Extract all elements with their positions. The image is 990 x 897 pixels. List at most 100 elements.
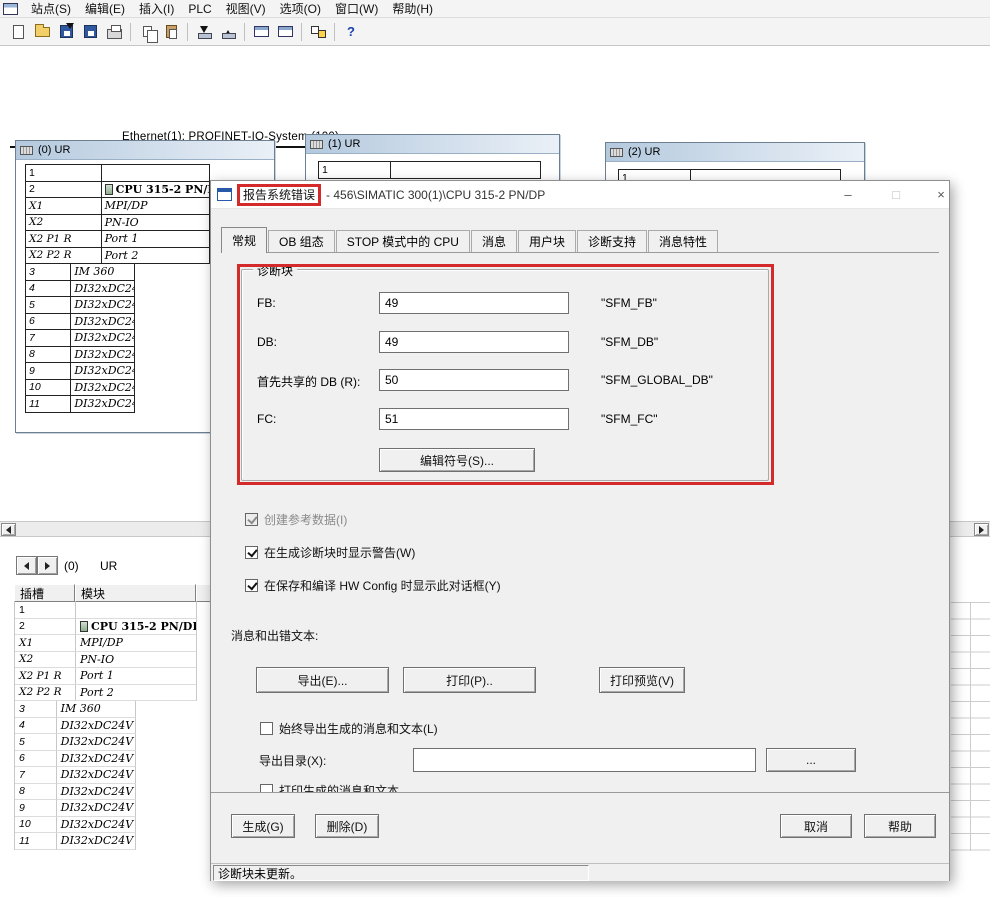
rack-row[interactable]: 5 DI32xDC24V (26, 297, 135, 314)
checkbox-create-reference-data[interactable]: 创建参考数据(I) (245, 511, 347, 527)
rack-row[interactable]: 11 DI32xDC24V (26, 396, 135, 413)
rack-row[interactable]: 3 IM 360 (26, 264, 135, 281)
rack-row[interactable]: 8 DI32xDC24V (26, 347, 135, 364)
block-number-input[interactable]: 49 (379, 331, 569, 353)
menu-options[interactable]: 选项(O) (273, 0, 328, 18)
table-row[interactable]: X1 MPI/DP (15, 635, 236, 652)
table-row[interactable]: 1 (15, 602, 236, 619)
table-row[interactable]: 10 DI32xDC24V (15, 817, 136, 834)
menu-plc[interactable]: PLC (181, 1, 218, 17)
export-directory-input[interactable] (413, 748, 756, 772)
menu-window[interactable]: 窗口(W) (328, 0, 385, 18)
browse-button[interactable]: ... (766, 748, 856, 772)
net-window-button[interactable] (273, 21, 297, 43)
rack-row[interactable]: 2 CPU 315-2 PN/DP (26, 182, 210, 199)
status-message: 诊断块未更新。 (213, 865, 589, 881)
rack-icon (610, 148, 623, 157)
column-header-module[interactable]: 模块 (75, 584, 196, 602)
rack-row[interactable]: 7 DI32xDC24V (26, 330, 135, 347)
table-row[interactable]: 7 DI32xDC24V (15, 767, 136, 784)
menu-edit[interactable]: 编辑(E) (78, 0, 132, 18)
rack-row[interactable]: X1 MPI/DP (26, 198, 210, 215)
minimize-button[interactable]: – (833, 185, 863, 205)
toolbar-separator (334, 23, 335, 41)
upload-to-pg-button[interactable] (216, 21, 240, 43)
module-cell (76, 602, 197, 619)
checkbox-show-dialog-on-save[interactable]: 在保存和编译 HW Config 时显示此对话框(Y) (245, 577, 501, 593)
delete-button[interactable]: 删除(D) (315, 814, 379, 838)
checkbox-show-warnings[interactable]: 在生成诊断块时显示警告(W) (245, 544, 415, 560)
scroll-right-button[interactable] (974, 523, 989, 536)
menu-view[interactable]: 视图(V) (219, 0, 273, 18)
block-number-input[interactable]: 51 (379, 408, 569, 430)
paste-button[interactable] (159, 21, 183, 43)
rack-window-0-titlebar[interactable]: (0) UR (16, 141, 274, 160)
dialog-title-bar[interactable]: 报告系统错误 - 456\SIMATIC 300(1)\CPU 315-2 PN… (211, 181, 949, 209)
export-button[interactable]: 导出(E)... (256, 667, 389, 693)
rack-row[interactable]: X2 PN-IO (26, 215, 210, 232)
generate-button[interactable]: 生成(G) (231, 814, 295, 838)
checkbox-clipped-option[interactable]: 打印生成的消息和文本 (260, 782, 399, 793)
open-station-button[interactable] (30, 21, 54, 43)
cancel-button[interactable]: 取消 (780, 814, 852, 838)
dialog-tab[interactable]: 消息特性 (648, 230, 718, 252)
dialog-tab[interactable]: 用户块 (518, 230, 576, 252)
table-row[interactable]: 11 DI32xDC24V (15, 833, 136, 850)
nav-back-button[interactable] (16, 556, 37, 575)
print-messages-button[interactable]: 打印(P).. (403, 667, 536, 693)
slot-cell: 5 (15, 734, 57, 751)
rack-window-2-titlebar[interactable]: (2) UR (606, 143, 864, 162)
rack-row[interactable]: X2 P2 R Port 2 (26, 248, 210, 265)
rack-window-1-titlebar[interactable]: (1) UR (306, 135, 559, 154)
block-number-input[interactable]: 50 (379, 369, 569, 391)
table-row[interactable]: 4 DI32xDC24V (15, 718, 136, 735)
print-preview-button[interactable]: 打印预览(V) (599, 667, 685, 693)
table-row[interactable]: 5 DI32xDC24V (15, 734, 136, 751)
menu-station[interactable]: 站点(S) (24, 0, 78, 18)
dialog-tab[interactable]: OB 组态 (268, 230, 335, 252)
station-window-button[interactable] (249, 21, 273, 43)
dialog-tab[interactable]: 消息 (471, 230, 517, 252)
rack-row[interactable]: 10 DI32xDC24V (26, 380, 135, 397)
nav-forward-button[interactable] (37, 556, 58, 575)
rack-row[interactable]: 1 (319, 162, 541, 179)
rack-row[interactable]: 6 DI32xDC24V (26, 314, 135, 331)
rack-row[interactable]: 1 (26, 165, 210, 182)
table-row[interactable]: 6 DI32xDC24V (15, 751, 136, 768)
download-icon (197, 25, 211, 39)
table-row[interactable]: X2 P1 R Port 1 (15, 668, 236, 685)
rack-row[interactable]: 4 DI32xDC24V (26, 281, 135, 298)
save-and-compile-button[interactable] (54, 21, 78, 43)
context-help-button[interactable]: ? (339, 21, 363, 43)
dialog-tab[interactable]: 常规 (221, 227, 267, 253)
network-view-button[interactable] (306, 21, 330, 43)
checkbox-label: 在生成诊断块时显示警告(W) (264, 544, 415, 561)
maximize-button[interactable]: □ (881, 185, 911, 205)
download-to-module-button[interactable] (192, 21, 216, 43)
module-cell: DI32xDC24V (57, 767, 136, 784)
close-button[interactable]: × (926, 185, 956, 205)
new-station-icon (13, 25, 24, 39)
column-header-slot[interactable]: 插槽 (14, 584, 75, 602)
dialog-tab[interactable]: 诊断支持 (577, 230, 647, 252)
new-station-button[interactable] (6, 21, 30, 43)
print-button[interactable] (102, 21, 126, 43)
table-row[interactable]: X2 P2 R Port 2 (15, 685, 236, 702)
save-button[interactable] (78, 21, 102, 43)
dialog-tab[interactable]: STOP 模式中的 CPU (336, 230, 470, 252)
help-button[interactable]: 帮助 (864, 814, 936, 838)
table-row[interactable]: 8 DI32xDC24V (15, 784, 136, 801)
rack-row[interactable]: 9 DI32xDC24V (26, 363, 135, 380)
checkbox-always-export[interactable]: 始终导出生成的消息和文本(L) (260, 720, 438, 736)
block-number-input[interactable]: 49 (379, 292, 569, 314)
menu-insert[interactable]: 插入(I) (132, 0, 181, 18)
menu-help[interactable]: 帮助(H) (385, 0, 440, 18)
copy-button[interactable] (135, 21, 159, 43)
table-row[interactable]: 9 DI32xDC24V (15, 800, 136, 817)
table-row[interactable]: X2 PN-IO (15, 652, 236, 669)
scroll-left-button[interactable] (1, 523, 16, 536)
edit-symbols-button[interactable]: 编辑符号(S)... (379, 448, 535, 472)
table-row[interactable]: 3 IM 360 (15, 701, 136, 718)
rack-row[interactable]: X2 P1 R Port 1 (26, 231, 210, 248)
table-row[interactable]: 2 CPU 315-2 PN/DP (15, 619, 236, 636)
